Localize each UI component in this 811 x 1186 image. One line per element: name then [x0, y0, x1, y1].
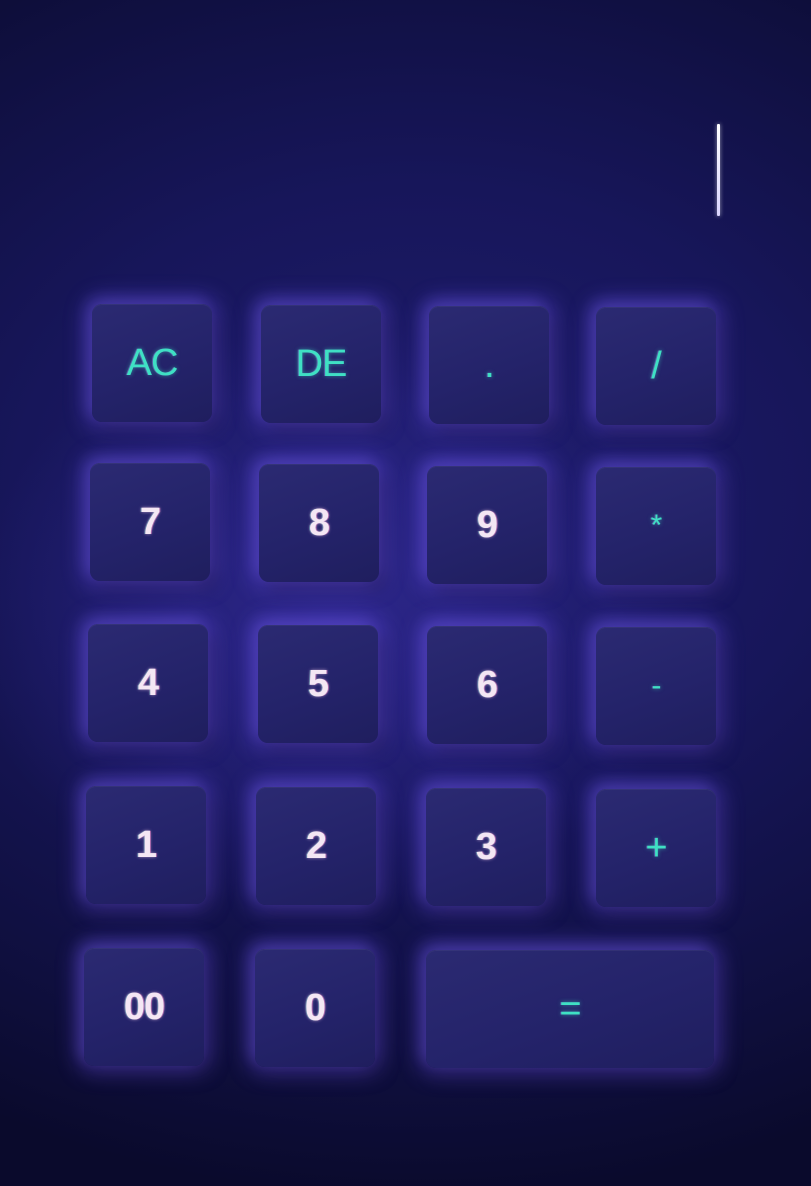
- seven-label: 7: [139, 501, 161, 543]
- decimal-point-button[interactable]: .: [429, 306, 549, 424]
- six-button[interactable]: 6: [427, 626, 547, 744]
- zero-label: 0: [304, 987, 326, 1029]
- double-zero-button[interactable]: 00: [84, 948, 204, 1066]
- calculator: AC DE . / 7 8 9 * 4 5 6 - 1 2 3 + 00 0 =: [0, 0, 811, 1186]
- four-button[interactable]: 4: [88, 624, 208, 742]
- two-button[interactable]: 2: [256, 787, 376, 905]
- plus-label: +: [645, 827, 667, 869]
- multiply-button[interactable]: *: [596, 467, 716, 585]
- divide-button[interactable]: /: [596, 307, 716, 425]
- eight-label: 8: [308, 502, 330, 544]
- keypad: AC DE . / 7 8 9 * 4 5 6 - 1 2 3 + 00 0 =: [0, 0, 811, 1186]
- nine-button[interactable]: 9: [427, 466, 547, 584]
- zero-button[interactable]: 0: [255, 949, 375, 1067]
- three-label: 3: [475, 826, 497, 868]
- delete-label: DE: [295, 343, 348, 385]
- equals-label: =: [559, 988, 581, 1030]
- six-label: 6: [476, 664, 498, 706]
- double-zero-label: 00: [123, 986, 165, 1028]
- five-button[interactable]: 5: [258, 625, 378, 743]
- plus-button[interactable]: +: [596, 789, 716, 907]
- five-label: 5: [307, 663, 329, 705]
- minus-label: -: [651, 669, 662, 702]
- divide-label: /: [651, 345, 662, 387]
- all-clear-label: AC: [126, 342, 179, 384]
- four-label: 4: [137, 662, 159, 704]
- delete-button[interactable]: DE: [261, 305, 381, 423]
- one-button[interactable]: 1: [86, 786, 206, 904]
- two-label: 2: [305, 825, 327, 867]
- seven-button[interactable]: 7: [90, 463, 210, 581]
- minus-button[interactable]: -: [596, 627, 716, 745]
- all-clear-button[interactable]: AC: [92, 304, 212, 422]
- equals-button[interactable]: =: [426, 950, 714, 1068]
- three-button[interactable]: 3: [426, 788, 546, 906]
- eight-button[interactable]: 8: [259, 464, 379, 582]
- multiply-label: *: [650, 509, 663, 542]
- nine-label: 9: [476, 504, 498, 546]
- decimal-point-label: .: [484, 344, 495, 386]
- one-label: 1: [135, 824, 157, 866]
